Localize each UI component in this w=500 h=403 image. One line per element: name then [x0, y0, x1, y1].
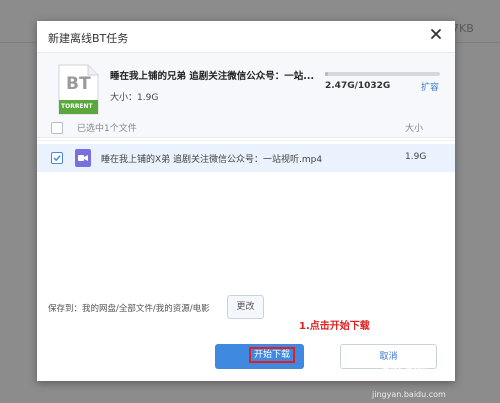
- selected-count-label: 已选中1个文件: [77, 124, 137, 134]
- start-download-label: 开始下载: [249, 347, 295, 363]
- close-icon[interactable]: [428, 26, 444, 42]
- select-all-checkbox[interactable]: [51, 122, 63, 134]
- file-name: 睡在我上铺的X弟 追剧关注微信公众号：一站视听.mp4: [101, 155, 323, 165]
- baidu-watermark: Bai 经验: [382, 363, 428, 376]
- storage-progress-bar: [325, 72, 440, 76]
- size-column-header: 大小: [405, 124, 424, 134]
- torrent-icon-bt-text: BT: [66, 74, 91, 94]
- file-checkbox[interactable]: [51, 152, 63, 164]
- torrent-size: 大小：1.9G: [110, 93, 159, 103]
- save-path-label: 保存到：我的网盘/全部文件/我的资源/电影: [48, 304, 210, 314]
- instruction-annotation: 1.点击开始下载: [299, 321, 370, 332]
- file-size: 1.9G: [405, 152, 427, 162]
- video-file-icon: [75, 149, 91, 167]
- torrent-file-icon: BT TORRENT: [58, 64, 99, 115]
- baidu-watermark-url: jingyan.baidu.com: [372, 390, 446, 399]
- file-list-header: 已选中1个文件 大小: [37, 116, 455, 141]
- torrent-icon-label: TORRENT: [61, 103, 93, 110]
- change-path-button[interactable]: 更改: [227, 295, 264, 319]
- dialog-title: 新建离线BT任务: [48, 32, 129, 45]
- storage-progress-fill: [325, 72, 329, 76]
- background-size-text: 7KB: [452, 22, 474, 35]
- new-bt-task-dialog: 新建离线BT任务 BT TORRENT 睡在我上铺的兄弟 追剧关注微信公众号：一…: [37, 21, 455, 381]
- start-download-button[interactable]: 开始下载: [215, 344, 304, 369]
- storage-used-text: 2.47G/1032G: [325, 81, 391, 91]
- expand-storage-link[interactable]: 扩容: [421, 80, 439, 93]
- torrent-name: 睡在我上铺的兄弟 追剧关注微信公众号：一站...: [110, 71, 315, 82]
- file-row[interactable]: 睡在我上铺的X弟 追剧关注微信公众号：一站视听.mp4 1.9G: [37, 144, 455, 172]
